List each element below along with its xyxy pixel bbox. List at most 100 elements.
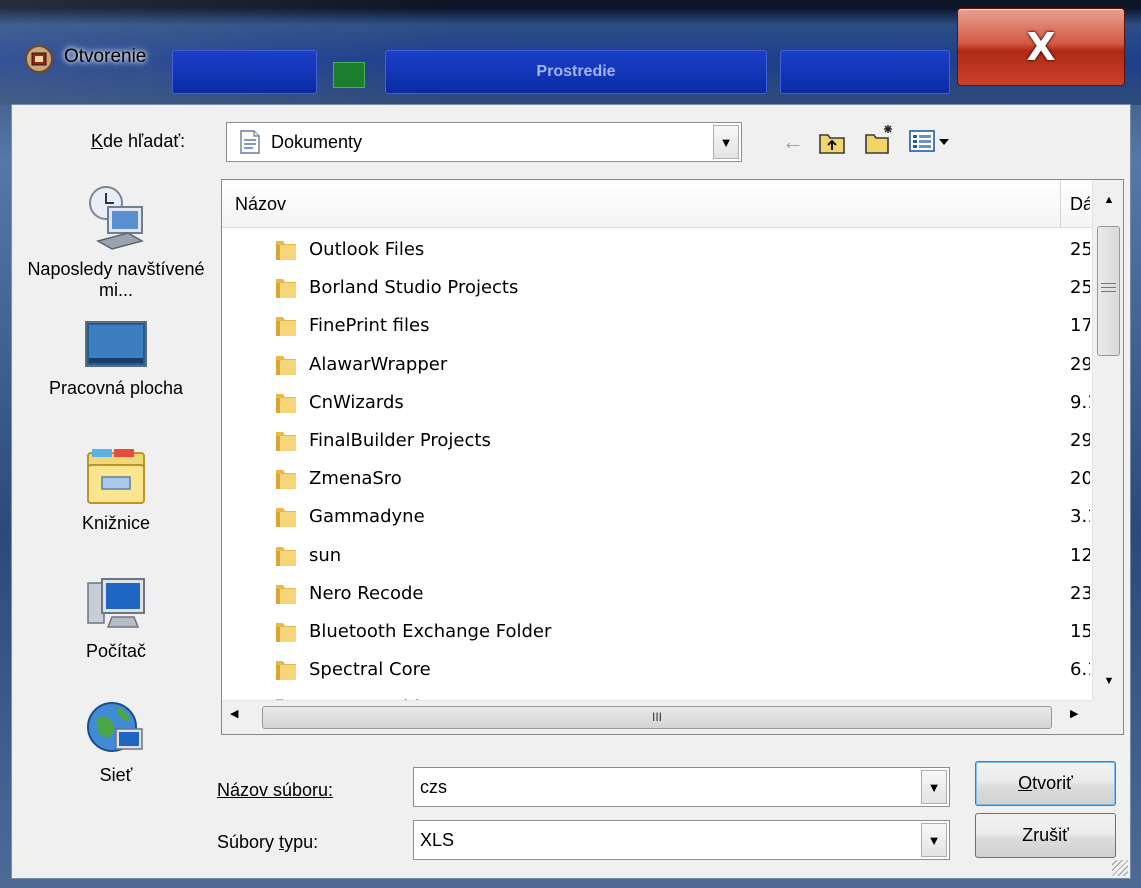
folder-icon	[276, 622, 296, 642]
recent-places-icon	[89, 186, 144, 250]
list-item[interactable]: ZmenaSro 20	[222, 461, 1092, 499]
place-computer[interactable]: Počítač	[12, 575, 220, 662]
place-desktop[interactable]: Pracovná plocha	[12, 320, 220, 399]
file-date: 25	[1070, 277, 1090, 299]
file-date: 20	[1070, 468, 1090, 490]
lookin-label: Kde hľadať:	[91, 131, 186, 151]
folder-icon	[276, 317, 296, 337]
vertical-scrollbar[interactable]: ▲ ▼	[1092, 180, 1123, 700]
app-icon	[25, 45, 53, 73]
scroll-corner	[1092, 700, 1123, 734]
list-item[interactable]: Outlook Files 25	[222, 232, 1092, 270]
place-network[interactable]: Sieť	[12, 695, 220, 786]
chevron-down-icon[interactable]: ▼	[921, 770, 947, 804]
column-separator[interactable]	[1060, 180, 1061, 228]
folder-icon	[276, 279, 296, 299]
open-button[interactable]: Otvoriť	[975, 761, 1116, 806]
file-date: 25	[1070, 239, 1090, 260]
chevron-down-icon[interactable]: ▼	[921, 823, 947, 857]
background-window-strip	[172, 50, 317, 94]
place-label: Počítač	[85, 641, 147, 661]
place-libraries[interactable]: Knižnice	[12, 443, 220, 534]
up-folder-icon[interactable]	[818, 129, 846, 155]
scroll-down-icon[interactable]: ▼	[1093, 662, 1123, 700]
list-item[interactable]: Spectral Core 6.1	[222, 652, 1092, 690]
filename-label: Názov súboru:	[217, 780, 334, 800]
close-icon: X	[1026, 25, 1056, 69]
background-window-tab: Prostredie	[385, 50, 767, 94]
scroll-left-icon[interactable]: ◀	[230, 707, 238, 720]
list-item[interactable]: FinalBuilder Projects 29	[222, 423, 1092, 461]
window-frame: Prostredie Otvorenie X Kde hľadať: Dokum…	[0, 0, 1141, 888]
file-name: Outlook Files	[309, 239, 425, 260]
new-folder-icon[interactable]	[864, 123, 896, 155]
list-item[interactable]: AlawarWrapper 29	[222, 347, 1092, 385]
folder-icon	[276, 355, 296, 375]
file-date: 29	[1070, 429, 1090, 451]
place-label: Sieť	[99, 765, 133, 785]
file-date: 12	[1070, 544, 1090, 566]
background-tab-label: Prostredie	[536, 63, 616, 80]
filetype-label: Súbory typu:	[217, 832, 319, 852]
file-date: 9.1	[1070, 391, 1090, 413]
filetype-select[interactable]: XLS ▼	[413, 820, 950, 860]
folder-icon	[276, 661, 296, 681]
folder-icon	[276, 393, 296, 413]
list-item[interactable]: Gammadyne 3.1	[222, 499, 1092, 537]
horizontal-scrollbar[interactable]: ◀ III ▶	[222, 700, 1092, 734]
column-date-header[interactable]: Dá	[1070, 194, 1090, 215]
file-rows: Outlook Files 25 Borland Studio Projects 25…	[222, 232, 1092, 728]
list-item[interactable]: CnWizards 9.1	[222, 385, 1092, 423]
file-name: CnWizards	[309, 391, 404, 413]
lookin-combo[interactable]: Dokumenty ▼	[226, 122, 742, 162]
file-date: 17	[1070, 315, 1090, 337]
file-date: 15	[1070, 620, 1090, 642]
list-item[interactable]: Borland Studio Projects 25	[222, 270, 1092, 308]
file-name: sun	[309, 544, 342, 566]
place-label: Naposledy navštívené mi...	[27, 259, 205, 300]
close-button[interactable]: X	[957, 8, 1125, 86]
file-name: ZmenaSro	[309, 468, 402, 490]
place-label: Knižnice	[81, 513, 151, 533]
list-item[interactable]: FinePrint files 17	[222, 308, 1092, 346]
folder-icon	[276, 508, 296, 528]
cancel-button[interactable]: Zrušiť	[975, 813, 1116, 858]
scroll-up-icon[interactable]: ▲	[1093, 180, 1123, 220]
file-date: 29	[1070, 353, 1090, 375]
desktop-icon	[85, 321, 147, 367]
file-name: Bluetooth Exchange Folder	[309, 620, 552, 642]
vertical-scroll-thumb[interactable]	[1097, 226, 1120, 356]
file-name: Borland Studio Projects	[309, 277, 519, 299]
folder-icon	[276, 431, 296, 451]
file-name: Gammadyne	[309, 506, 425, 528]
view-menu-icon[interactable]	[909, 129, 951, 155]
file-date: 3.1	[1070, 506, 1090, 528]
filename-field[interactable]: czs ▼	[413, 767, 950, 807]
list-item[interactable]: sun 12	[222, 538, 1092, 576]
computer-icon	[87, 578, 145, 628]
dialog-client-area: Kde hľadať: Dokumenty ▼ ← Naposledy navš…	[11, 104, 1131, 879]
window-title: Otvorenie	[64, 46, 147, 67]
place-label: Pracovná plocha	[48, 378, 184, 398]
documents-icon	[240, 130, 260, 154]
file-name: FinePrint files	[309, 315, 430, 337]
file-name: Nero Recode	[309, 582, 424, 604]
list-item[interactable]: Bluetooth Exchange Folder 15	[222, 614, 1092, 652]
filename-value[interactable]: czs	[420, 777, 447, 798]
file-date: 23	[1070, 582, 1090, 604]
background-window-strip-2	[780, 50, 950, 94]
place-recent[interactable]: Naposledy navštívené mi...	[12, 183, 220, 301]
column-name-header[interactable]: Názov	[235, 194, 286, 215]
chevron-down-icon[interactable]: ▼	[713, 125, 739, 159]
filetype-value: XLS	[420, 829, 455, 850]
horizontal-scroll-thumb[interactable]: III	[262, 706, 1052, 729]
file-list[interactable]: Názov Dá Outlook Files25Borland Studio P…	[221, 179, 1124, 735]
network-icon	[87, 702, 143, 752]
folder-icon	[276, 470, 296, 490]
file-name: Spectral Core	[309, 659, 431, 681]
back-arrow-icon[interactable]: ←	[779, 127, 807, 157]
folder-icon	[276, 546, 296, 566]
scroll-right-icon[interactable]: ▶	[1070, 707, 1078, 720]
resize-grip-icon[interactable]	[1112, 860, 1128, 876]
list-item[interactable]: Nero Recode 23	[222, 576, 1092, 614]
